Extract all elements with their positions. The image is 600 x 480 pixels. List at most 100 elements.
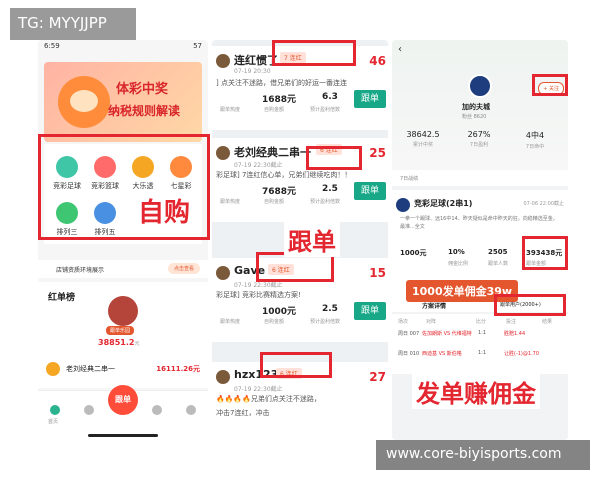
notice-bar[interactable]: 店铺资质环境展示 点击查看 (38, 260, 208, 278)
plan-body: 一拳一个踢球、远16中14、昨天疑似是命中昨天的狂，向稳精选至金。最准...全文 (400, 216, 558, 230)
battery-level: 57 (193, 42, 202, 50)
label-fadan: 发单赚佣金 (412, 374, 540, 409)
promo-banner[interactable]: 体彩中奖 纳税规则解读 (44, 62, 202, 142)
follow-button[interactable]: 跟单 (354, 302, 386, 320)
avatar (216, 266, 230, 280)
watermark-bottom-right: www.core-biyisports.com (376, 440, 590, 470)
label-multiple: 预计盈利倍数 (310, 199, 341, 205)
avatar (396, 198, 410, 212)
plan-title: 竞彩足球(2串1) (414, 199, 473, 208)
expert-name: 老刘经典二串一 (234, 146, 311, 159)
table-cell: 西迪基 VS 斯伯格 (422, 351, 462, 357)
avatar (216, 370, 230, 384)
hit-count: 25 (369, 146, 386, 160)
commission-rate: 10% (448, 248, 465, 256)
col-header: 比分 (476, 319, 487, 325)
tab-home-label: 首页 (48, 419, 59, 425)
deadline: 07-19 22:30截止 (234, 162, 283, 169)
profit-multiple: 2.5 (322, 304, 338, 314)
mascot-icon (58, 76, 110, 128)
follower-count: 2505 (488, 248, 508, 256)
table-cell: 1:1 (478, 350, 487, 356)
label-self: 自购金额 (264, 319, 285, 325)
discover-icon[interactable] (152, 405, 162, 415)
ranker-amount: 16111.26元 (156, 365, 200, 373)
highlight-box-amount (522, 236, 568, 270)
hit-count: 46 (369, 54, 386, 68)
red-ranking: 红单榜 跟单乐园 38851.2元 (38, 282, 208, 360)
profit-multiple: 6.3 (322, 92, 338, 102)
stat-profit: 267% 7日盈利 (467, 130, 491, 148)
club-name: 加的夫城 (462, 103, 490, 111)
plan-desc: 彩足球] 7连红信心单，兄弟们继续吃肉！！ (216, 171, 352, 179)
profile-header: ‹ 加的夫城 粉丝 8620 + 关注 38642.5 累计中奖 267% 7日盈利… (392, 40, 568, 170)
tab-scheme-detail[interactable]: 方案详情 (422, 301, 446, 310)
follow-button[interactable]: 跟单 (354, 182, 386, 200)
match-table: 场次 对阵 比分 投注 结果 周日 007 佐加朗斯 VS 代维福特 1:1 胜… (392, 314, 568, 374)
back-icon[interactable]: ‹ (398, 44, 402, 55)
self-amount: 1000元 (262, 307, 297, 317)
label-multiple: 预计盈利倍数 (310, 319, 341, 325)
col-header: 对阵 (426, 319, 437, 325)
profile-icon[interactable] (186, 405, 196, 415)
table-cell: 佐加朗斯 VS 代维福特 (422, 331, 472, 337)
self-amount: 7688元 (262, 187, 297, 197)
notice-button[interactable]: 点击查看 (167, 263, 200, 274)
self-amount: 1688元 (262, 95, 297, 105)
avatar[interactable] (108, 296, 138, 326)
ranking-badge: 跟单乐园 (106, 326, 135, 335)
plan-desc: ] 点关注不迷路，借兄弟们的好运一番连连 (216, 79, 347, 87)
highlight-box-users (494, 294, 566, 316)
stat-total: 38642.5 累计中奖 (406, 130, 440, 148)
col-header: 投注 (506, 319, 517, 325)
table-cell: 让胜(-1)@1.70 (504, 351, 540, 357)
highlight-box-follow (532, 74, 568, 96)
deadline: 07-19 22:30截止 (234, 386, 283, 393)
avatar (46, 362, 60, 376)
ranking-row[interactable]: 老刘经典二串一 16111.26元 (38, 354, 208, 388)
hit-count: 27 (369, 370, 386, 384)
table-cell: 1:1 (478, 330, 487, 336)
ranking-amount: 38851.2元 (98, 338, 140, 347)
status-bar: 6:59 57 (38, 40, 208, 54)
banner-line2: 纳税规则解读 (108, 104, 181, 118)
status-time: 6:59 (44, 42, 60, 50)
watermark-top-left: TG: MYYJJPP (10, 8, 136, 40)
notice-text: 店铺资质环境展示 (56, 267, 105, 274)
club-crest-icon (468, 74, 492, 98)
label-multiple: 预计盈利倍数 (310, 107, 341, 113)
home-icon[interactable] (50, 405, 60, 415)
plan-desc: 🔥🔥🔥🔥兄弟们点关注不迷路， (216, 395, 321, 403)
highlight-box-streak (260, 352, 332, 378)
label-self: 自购金额 (264, 199, 285, 205)
label-heat: 跟单热度 (220, 319, 241, 325)
fans-count: 粉丝 8620 (462, 114, 487, 120)
col-header: 结果 (542, 319, 553, 325)
avatar (216, 146, 230, 160)
stat-hits: 4中4 7日命中 (525, 131, 545, 150)
deadline: 07-19 20:30 (234, 68, 271, 75)
label-heat: 跟单热度 (220, 107, 241, 113)
tab-bar: 首页 跟单 (38, 385, 208, 440)
follow-fab-button[interactable]: 跟单 (108, 385, 138, 415)
ranking-title: 红单榜 (48, 293, 76, 303)
hit-count: 15 (369, 266, 386, 280)
plan-icon[interactable] (84, 405, 94, 415)
phone-lottery-home: 6:59 57 体彩中奖 纳税规则解读 竞彩足球 竞彩篮球 大乐透 七星彩 排列… (38, 40, 208, 440)
home-indicator (88, 434, 158, 437)
plan-desc-tail: 冲击7连红，冲击 (216, 409, 270, 417)
banner-line1: 体彩中奖 (116, 82, 169, 97)
ranker-name: 老刘经典二串一 (66, 365, 115, 373)
avatar (216, 54, 230, 68)
label-gendan: 跟单 (284, 222, 340, 257)
week-record[interactable]: 7日战绩 (392, 170, 568, 186)
follow-button[interactable]: 跟单 (354, 90, 386, 108)
label-rate: 佣金比例 (448, 261, 469, 267)
table-cell: 胜赔1.44 (504, 331, 526, 337)
plan-amount: 1000元 (400, 249, 427, 257)
table-cell: 周日 007 (398, 331, 420, 337)
plan-deadline: 07-06 22:00截止 (523, 201, 564, 207)
plan-desc: 彩足球] 竞彩比赛精选方案! (216, 291, 301, 299)
label-self: 自购金额 (264, 107, 285, 113)
col-header: 场次 (398, 319, 409, 325)
